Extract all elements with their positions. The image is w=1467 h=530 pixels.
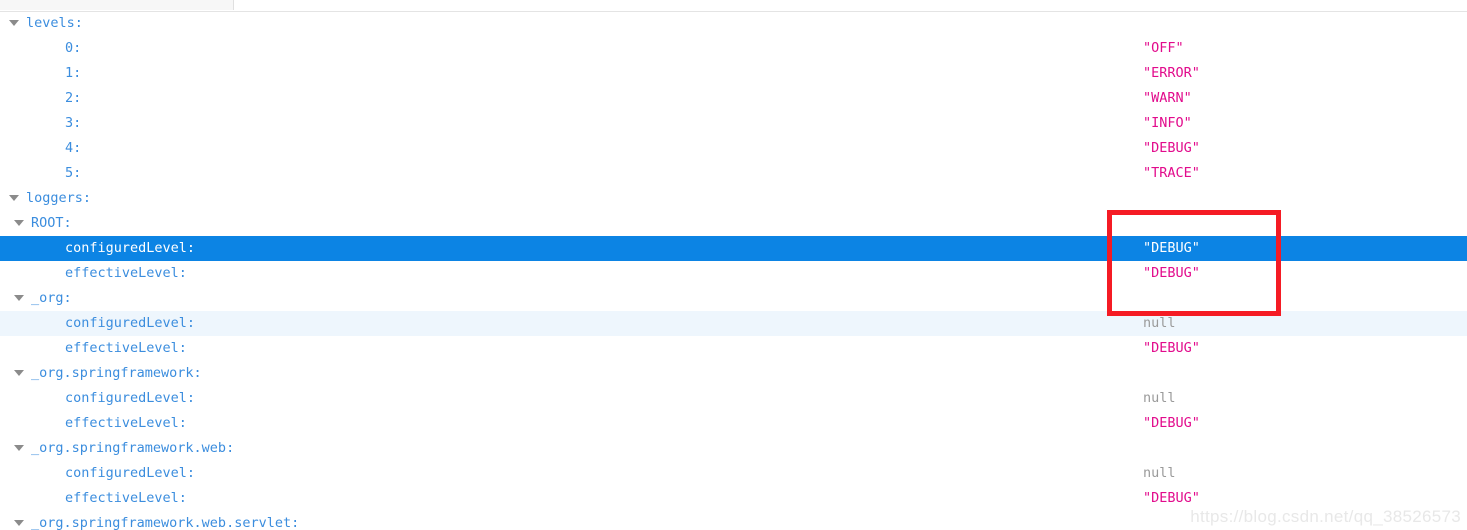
- tree-row-key: ROOT:: [31, 215, 72, 231]
- tree-row-key: configuredLevel:: [65, 315, 196, 331]
- watermark-text: https://blog.csdn.net/qq_38526573: [1190, 507, 1461, 526]
- tree-row[interactable]: levels:: [0, 11, 1467, 36]
- chevron-down-icon[interactable]: [14, 370, 24, 376]
- tree-row-value: null: [1143, 315, 1176, 331]
- tree-row[interactable]: 0: "OFF": [0, 36, 1467, 61]
- tree-row-value: "DEBUG": [1143, 140, 1200, 156]
- json-tree-viewer[interactable]: levels: 0: "OFF" 1: "ERROR" 2: "WARN" 3: "INFO" 4…: [0, 11, 1467, 530]
- tree-row[interactable]: effectiveLevel: "DEBUG": [0, 261, 1467, 286]
- tree-row[interactable]: configuredLevel: "DEBUG": [0, 236, 1467, 261]
- tree-row[interactable]: configuredLevel: null: [0, 386, 1467, 411]
- tree-row-key: configuredLevel:: [65, 390, 196, 406]
- tree-row-key: 3:: [65, 115, 82, 131]
- chevron-down-icon[interactable]: [14, 445, 24, 451]
- tree-row[interactable]: ROOT:: [0, 211, 1467, 236]
- tree-row-key: 1:: [65, 65, 82, 81]
- tree-row-key: _org.springframework:: [31, 365, 202, 381]
- tree-row[interactable]: 5: "TRACE": [0, 161, 1467, 186]
- tree-row-key: _org:: [31, 290, 72, 306]
- tree-row[interactable]: effectiveLevel: "DEBUG": [0, 336, 1467, 361]
- chevron-down-icon[interactable]: [14, 520, 24, 526]
- chevron-down-icon[interactable]: [9, 195, 19, 201]
- tree-row-key: 2:: [65, 90, 82, 106]
- tree-row-key: _org.springframework.web.servlet:: [31, 515, 300, 530]
- tree-row-value: "DEBUG": [1143, 265, 1200, 281]
- chevron-down-icon[interactable]: [9, 20, 19, 26]
- tree-row-key: configuredLevel:: [65, 465, 196, 481]
- tree-row-value: "DEBUG": [1143, 415, 1200, 431]
- tree-row[interactable]: configuredLevel: null: [0, 311, 1467, 336]
- tree-row-key: effectiveLevel:: [65, 415, 187, 431]
- tree-row[interactable]: effectiveLevel: "DEBUG": [0, 411, 1467, 436]
- tree-row[interactable]: 2: "WARN": [0, 86, 1467, 111]
- tree-row[interactable]: _org:: [0, 286, 1467, 311]
- tree-row-value: null: [1143, 390, 1176, 406]
- chevron-down-icon[interactable]: [14, 220, 24, 226]
- tree-row-value: null: [1143, 465, 1176, 481]
- tree-row-key: levels:: [26, 15, 83, 31]
- tree-row[interactable]: configuredLevel: null: [0, 461, 1467, 486]
- tree-row-key: effectiveLevel:: [65, 490, 187, 506]
- tree-row[interactable]: 4: "DEBUG": [0, 136, 1467, 161]
- tree-row[interactable]: _org.springframework:: [0, 361, 1467, 386]
- tree-row-key: _org.springframework.web:: [31, 440, 235, 456]
- tree-row-key: 5:: [65, 165, 82, 181]
- tree-row-key: loggers:: [26, 190, 92, 206]
- tree-row-value: "TRACE": [1143, 165, 1200, 181]
- tree-row[interactable]: 1: "ERROR": [0, 61, 1467, 86]
- tree-row-value: "WARN": [1143, 90, 1192, 106]
- tree-row[interactable]: _org.springframework.web:: [0, 436, 1467, 461]
- tree-row-key: effectiveLevel:: [65, 265, 187, 281]
- tree-row[interactable]: loggers:: [0, 186, 1467, 211]
- tree-row-key: effectiveLevel:: [65, 340, 187, 356]
- tree-row-value: "DEBUG": [1143, 340, 1200, 356]
- tree-row-value: "OFF": [1143, 40, 1184, 56]
- tree-row[interactable]: 3: "INFO": [0, 111, 1467, 136]
- tree-row-value: "INFO": [1143, 115, 1192, 131]
- tree-row-value: "ERROR": [1143, 65, 1200, 81]
- tree-row-key: 4:: [65, 140, 82, 156]
- chevron-down-icon[interactable]: [14, 295, 24, 301]
- tree-row-value: "DEBUG": [1143, 240, 1200, 256]
- tree-row-key: configuredLevel:: [65, 240, 196, 256]
- panel-header-tab[interactable]: [0, 0, 234, 10]
- tree-row-key: 0:: [65, 40, 82, 56]
